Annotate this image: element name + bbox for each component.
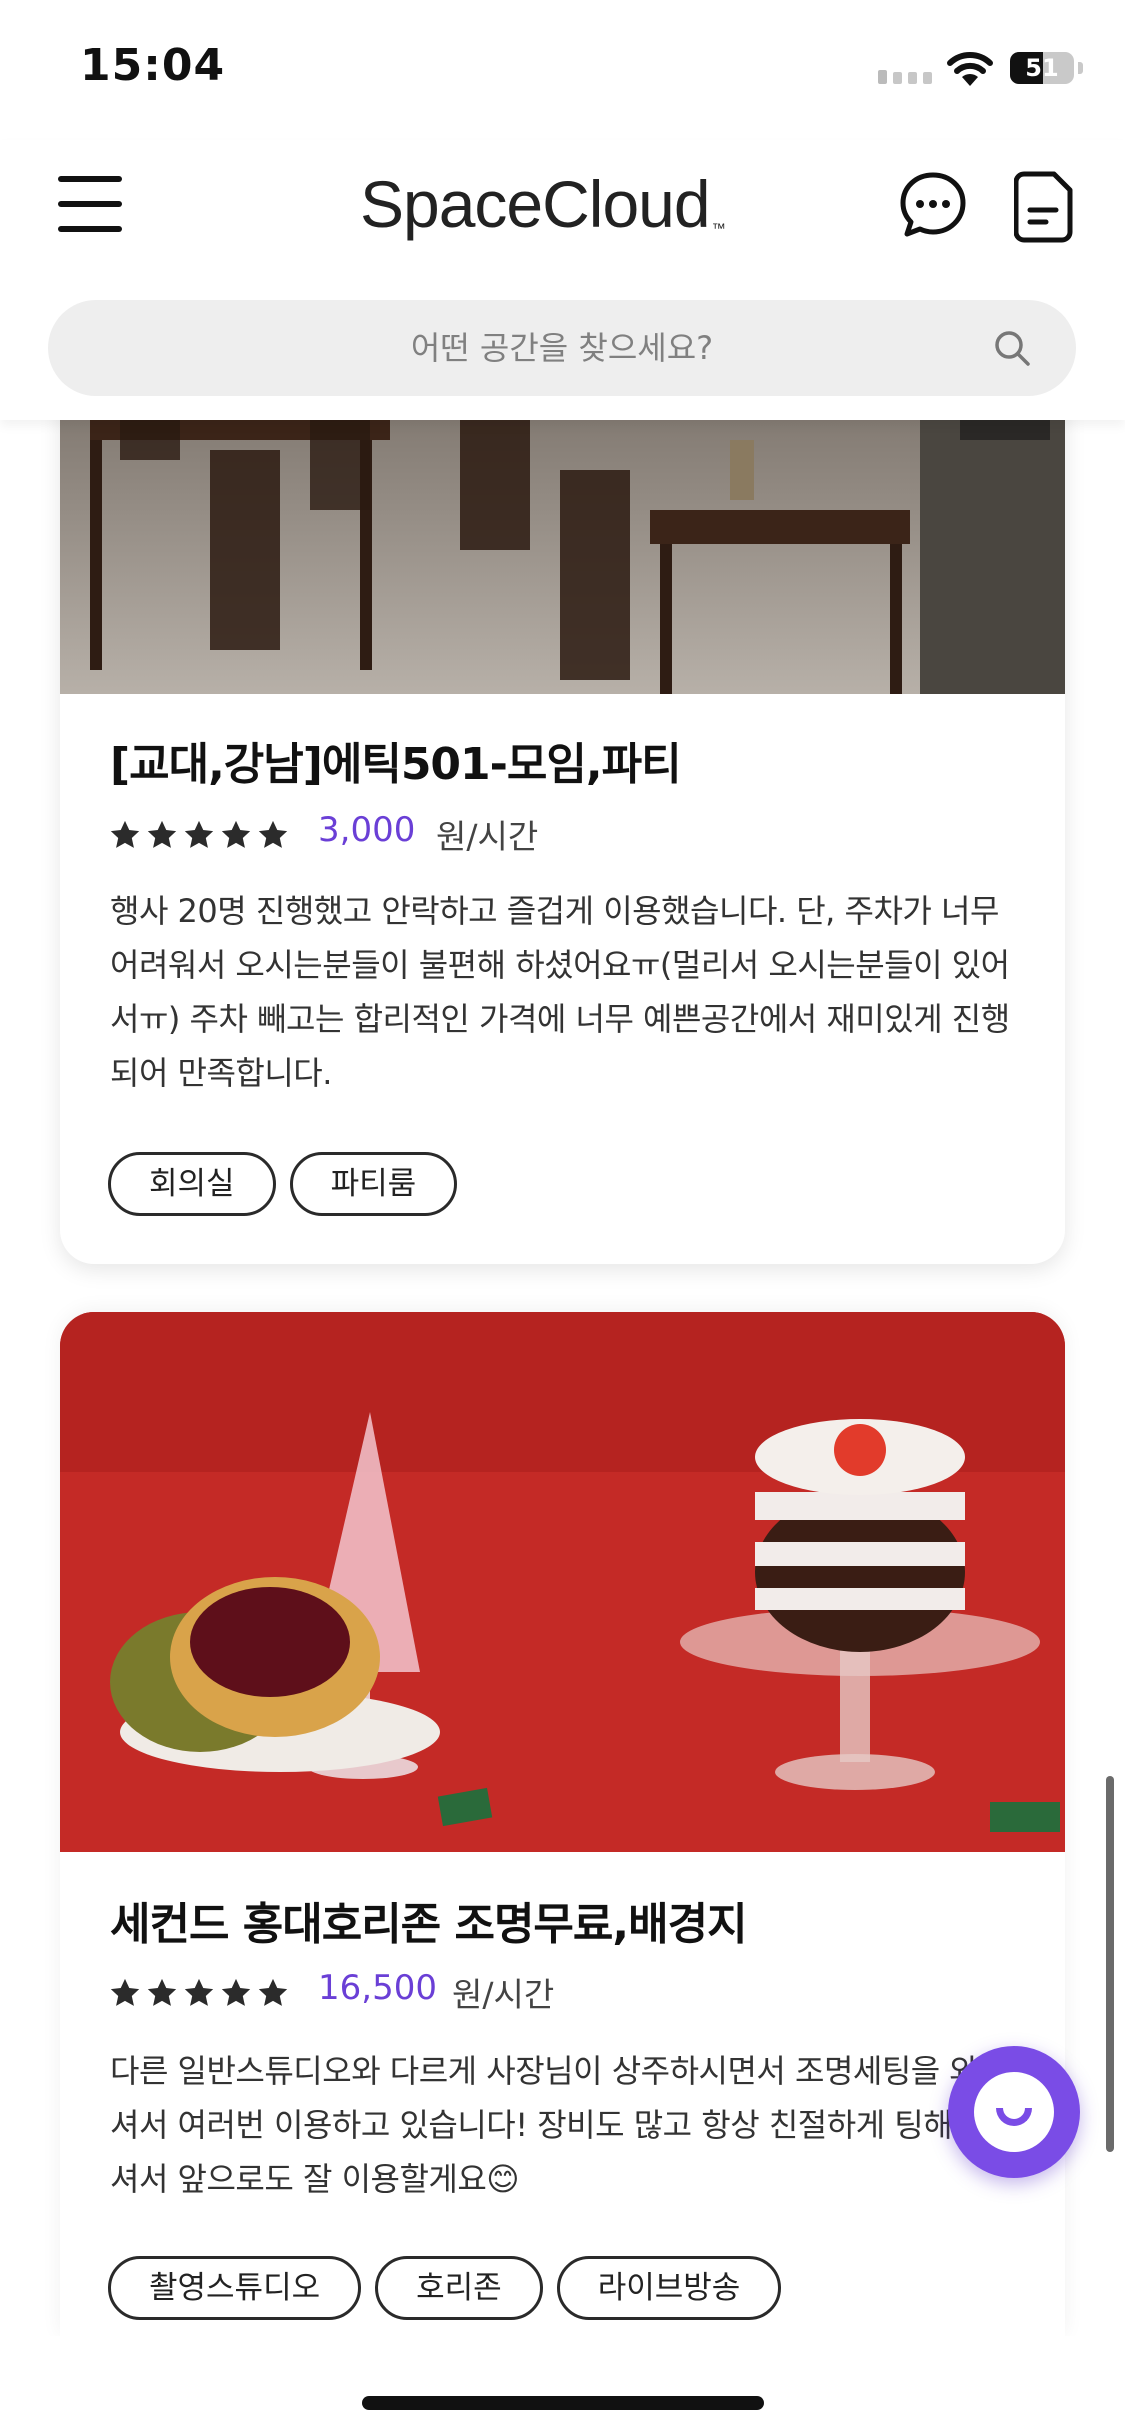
search-input[interactable] <box>48 300 1076 396</box>
star-icon <box>184 820 214 848</box>
spacecloud-logo[interactable]: SpaceCloud ™ <box>360 166 760 246</box>
hamburger-menu-icon[interactable] <box>58 176 122 232</box>
listing-card[interactable]: [교대,강남]에틱501-모임,파티 3,000 원/시간 행사 20명 진행했… <box>60 300 1065 1264</box>
listing-price: 16,500 <box>318 1968 437 2008</box>
tag-chip[interactable]: 파티룸 <box>289 1152 458 1216</box>
tag-chip[interactable]: 회의실 <box>108 1152 276 1216</box>
logo-trademark: ™ <box>711 220 726 236</box>
bottom-safe-area <box>0 2336 1125 2436</box>
price-unit: 원/시간 <box>436 817 539 856</box>
price-unit: 원/시간 <box>452 1975 555 2014</box>
listing-title[interactable]: 세컨드 홍대호리존 조명무료,배경지 <box>110 1888 748 1952</box>
star-icon <box>147 1978 177 2006</box>
battery-icon: 51 <box>1010 52 1074 84</box>
review-text: 행사 20명 진행했고 안락하고 즐겁게 이용했습니다. 단, 주차가 너무 어… <box>110 892 1010 1092</box>
battery-tip <box>1078 62 1083 74</box>
logo-text: SpaceCloud <box>360 167 711 241</box>
listing-price: 3,000 <box>318 810 416 850</box>
tag-chip[interactable]: 촬영스튜디오 <box>108 2256 362 2320</box>
status-time: 15:04 <box>80 40 226 91</box>
star-icon <box>221 820 251 848</box>
app-header: SpaceCloud ™ <box>0 140 1125 420</box>
tag-chip[interactable]: 라이브방송 <box>556 2256 782 2320</box>
status-bar: 15:04 51 <box>0 0 1125 140</box>
review-text: 다른 일반스튜디오와 다르게 사장님이 상주하시면서 조명세팅을 와주셔서 여러… <box>110 2052 1008 2198</box>
star-icon <box>147 820 177 848</box>
battery-level: 51 <box>1025 54 1059 82</box>
tag-chip[interactable]: 호리존 <box>375 2256 543 2320</box>
star-icon <box>258 820 288 848</box>
scrollbar[interactable] <box>1106 1776 1114 2152</box>
star-icon <box>221 1978 251 2006</box>
tag-list: 촬영스튜디오 호리존 라이브방송 <box>108 2256 782 2320</box>
floating-chat-button[interactable] <box>948 2046 1080 2178</box>
search-icon[interactable] <box>992 328 1032 368</box>
star-icon <box>110 820 140 848</box>
home-indicator[interactable] <box>362 2396 764 2410</box>
star-icon <box>184 1978 214 2006</box>
listing-card[interactable]: 세컨드 홍대호리존 조명무료,배경지 16,500 원/시간 다른 일반스튜디오… <box>60 1312 1065 2336</box>
star-icon <box>110 1978 140 2006</box>
star-rating <box>108 818 290 852</box>
tag-list: 회의실 파티룸 <box>108 1152 458 1216</box>
document-icon[interactable] <box>1014 170 1074 244</box>
star-icon <box>258 1978 288 2006</box>
search-bar[interactable] <box>48 300 1076 396</box>
star-rating <box>108 1976 290 2010</box>
listing-title[interactable]: [교대,강남]에틱501-모임,파티 <box>110 728 682 792</box>
cellular-signal-icon <box>878 70 932 84</box>
dessert-studio-photo[interactable] <box>60 1312 1065 1852</box>
chat-bubble-icon[interactable] <box>898 170 968 240</box>
wifi-icon <box>947 52 993 86</box>
